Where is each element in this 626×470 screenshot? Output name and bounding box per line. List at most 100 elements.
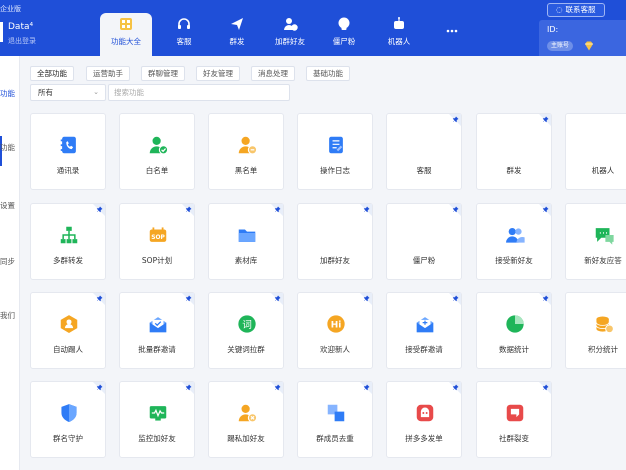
nav-tab-label: 加群好友 (275, 37, 305, 46)
feature-card[interactable]: 拼多多发单 (386, 381, 462, 458)
feature-label: 群成员去重 (316, 434, 354, 443)
keyword-icon: 词 (238, 315, 256, 333)
feature-label: 监控加好友 (138, 434, 176, 443)
feature-label: 操作日志 (320, 166, 350, 175)
feature-card[interactable]: 积分统计 (565, 292, 626, 369)
sidebar-item-4[interactable]: 我们 (0, 310, 20, 321)
feature-card[interactable]: 批量群邀请 (119, 292, 195, 369)
feature-card[interactable]: 自动踢人 (30, 292, 106, 369)
nav-tab-more[interactable] (426, 13, 478, 56)
users-icon (506, 227, 525, 243)
nav-tab-skull[interactable]: 僵尸粉 (318, 13, 370, 56)
feature-label: 机器人 (591, 166, 615, 175)
logout-link[interactable]: 退出登录 (8, 36, 36, 46)
pin-icon[interactable] (449, 382, 461, 394)
feature-card[interactable]: 黑名单 (208, 113, 284, 190)
pin-icon[interactable] (271, 204, 283, 216)
feature-card[interactable]: 数据统计 (476, 292, 552, 369)
feature-card[interactable]: 客服 (386, 113, 462, 190)
pin-icon[interactable] (360, 293, 372, 305)
id-label: ID: (547, 25, 559, 34)
feature-card[interactable]: 群发 (476, 113, 552, 190)
add-user-icon (327, 226, 347, 245)
pin-icon[interactable] (539, 204, 551, 216)
feature-label: 多群转发 (53, 256, 83, 265)
feature-card[interactable]: 词关键词拉群 (208, 292, 284, 369)
nav-tab-add-user[interactable]: 加群好友 (264, 13, 316, 56)
pin-icon[interactable] (93, 204, 105, 216)
sidebar-item-0[interactable]: 功能 (0, 88, 20, 99)
diamond-icon (585, 41, 593, 51)
pin-icon[interactable] (360, 382, 372, 394)
nav-tab-label: 僵尸粉 (332, 37, 356, 46)
feature-label: 接受群邀请 (405, 345, 443, 354)
whitelist-user-icon (149, 136, 169, 155)
feature-label: 白名单 (145, 166, 169, 175)
nav-tab-headset[interactable]: 客服 (158, 13, 210, 56)
category-tab[interactable]: 好友管理 (196, 66, 240, 81)
feature-card[interactable]: 机器人 (565, 113, 626, 190)
nav-tab-grid[interactable]: 功能大全 (100, 13, 152, 56)
category-tab[interactable]: 基础功能 (306, 66, 350, 81)
feature-label: 素材库 (234, 256, 258, 265)
account-role-badge: 主账号 (547, 41, 574, 51)
category-tab[interactable]: 群聊管理 (141, 66, 185, 81)
feature-card[interactable]: 多群转发 (30, 203, 106, 280)
category-tab[interactable]: 全部功能 (30, 66, 74, 81)
blacklist-user-icon (238, 136, 258, 155)
feature-card[interactable]: 加群好友 (297, 203, 373, 280)
feature-label: 欢迎新人 (320, 345, 350, 354)
feature-card[interactable]: 新好友应答 (565, 203, 626, 280)
sidebar-item-3[interactable]: 同步 (0, 256, 20, 267)
category-tab[interactable]: 运营助手 (86, 66, 130, 81)
pin-icon[interactable] (360, 204, 372, 216)
feature-label: 群发 (506, 166, 522, 175)
folder-icon (238, 229, 256, 242)
pin-icon[interactable] (182, 293, 194, 305)
feature-card[interactable]: 通讯录 (30, 113, 106, 190)
feature-card[interactable]: 群成员去重 (297, 381, 373, 458)
nav-tab-robot[interactable]: 机器人 (373, 13, 425, 56)
top-bar: 企业版 Data⁴ 退出登录 功能大全 客服 群发 加群好友 僵尸粉 机器人 ◌ 联系客服 … (0, 0, 626, 56)
grid-icon (120, 18, 132, 30)
feature-card[interactable]: 接受群邀请 (386, 292, 462, 369)
account-id-panel: ID: 主账号 (539, 20, 626, 56)
feature-card[interactable]: 白名单 (119, 113, 195, 190)
pin-icon[interactable] (449, 114, 461, 126)
search-input[interactable] (108, 84, 290, 101)
feature-card[interactable]: 接受新好友 (476, 203, 552, 280)
svg-text:Hi: Hi (331, 321, 342, 331)
pin-icon[interactable] (93, 382, 105, 394)
pin-icon[interactable] (182, 382, 194, 394)
feature-card[interactable]: 群名守护 (30, 381, 106, 458)
pin-icon[interactable] (93, 293, 105, 305)
feature-card[interactable]: 素材库 (208, 203, 284, 280)
pin-icon[interactable] (539, 382, 551, 394)
feature-label: 拼多多发单 (405, 434, 443, 443)
feature-card[interactable]: 操作日志 (297, 113, 373, 190)
feature-card[interactable]: 社群裂变 (476, 381, 552, 458)
contact-support-button[interactable]: ◌ 联系客服 (547, 3, 605, 17)
brand-label: 企业版 (0, 5, 21, 13)
pin-icon[interactable] (271, 382, 283, 394)
feature-card[interactable]: 监控加好友 (119, 381, 195, 458)
feature-card[interactable]: 踢私加好友 (208, 381, 284, 458)
scope-select[interactable]: 所有 ⌄ (30, 84, 106, 101)
svg-text:词: 词 (242, 320, 252, 331)
feature-card[interactable]: SOP SOP计划 (119, 203, 195, 280)
pin-icon[interactable] (271, 293, 283, 305)
category-tab[interactable]: 消息处理 (251, 66, 295, 81)
pin-icon[interactable] (539, 114, 551, 126)
pin-icon[interactable] (449, 204, 461, 216)
kick-user-icon (60, 315, 78, 333)
pin-icon[interactable] (539, 293, 551, 305)
chevron-down-icon: ⌄ (93, 88, 99, 96)
sidebar-item-2[interactable]: 设置 (0, 200, 20, 211)
nav-tab-paper-plane[interactable]: 群发 (211, 13, 263, 56)
feature-card[interactable]: 僵尸粉 (386, 203, 462, 280)
feature-card[interactable]: Hi 欢迎新人 (297, 292, 373, 369)
pin-icon[interactable] (182, 204, 194, 216)
sidebar-item-1[interactable]: 功能 (0, 142, 20, 153)
pin-icon[interactable] (449, 293, 461, 305)
feature-label: 接受新好友 (495, 256, 533, 265)
